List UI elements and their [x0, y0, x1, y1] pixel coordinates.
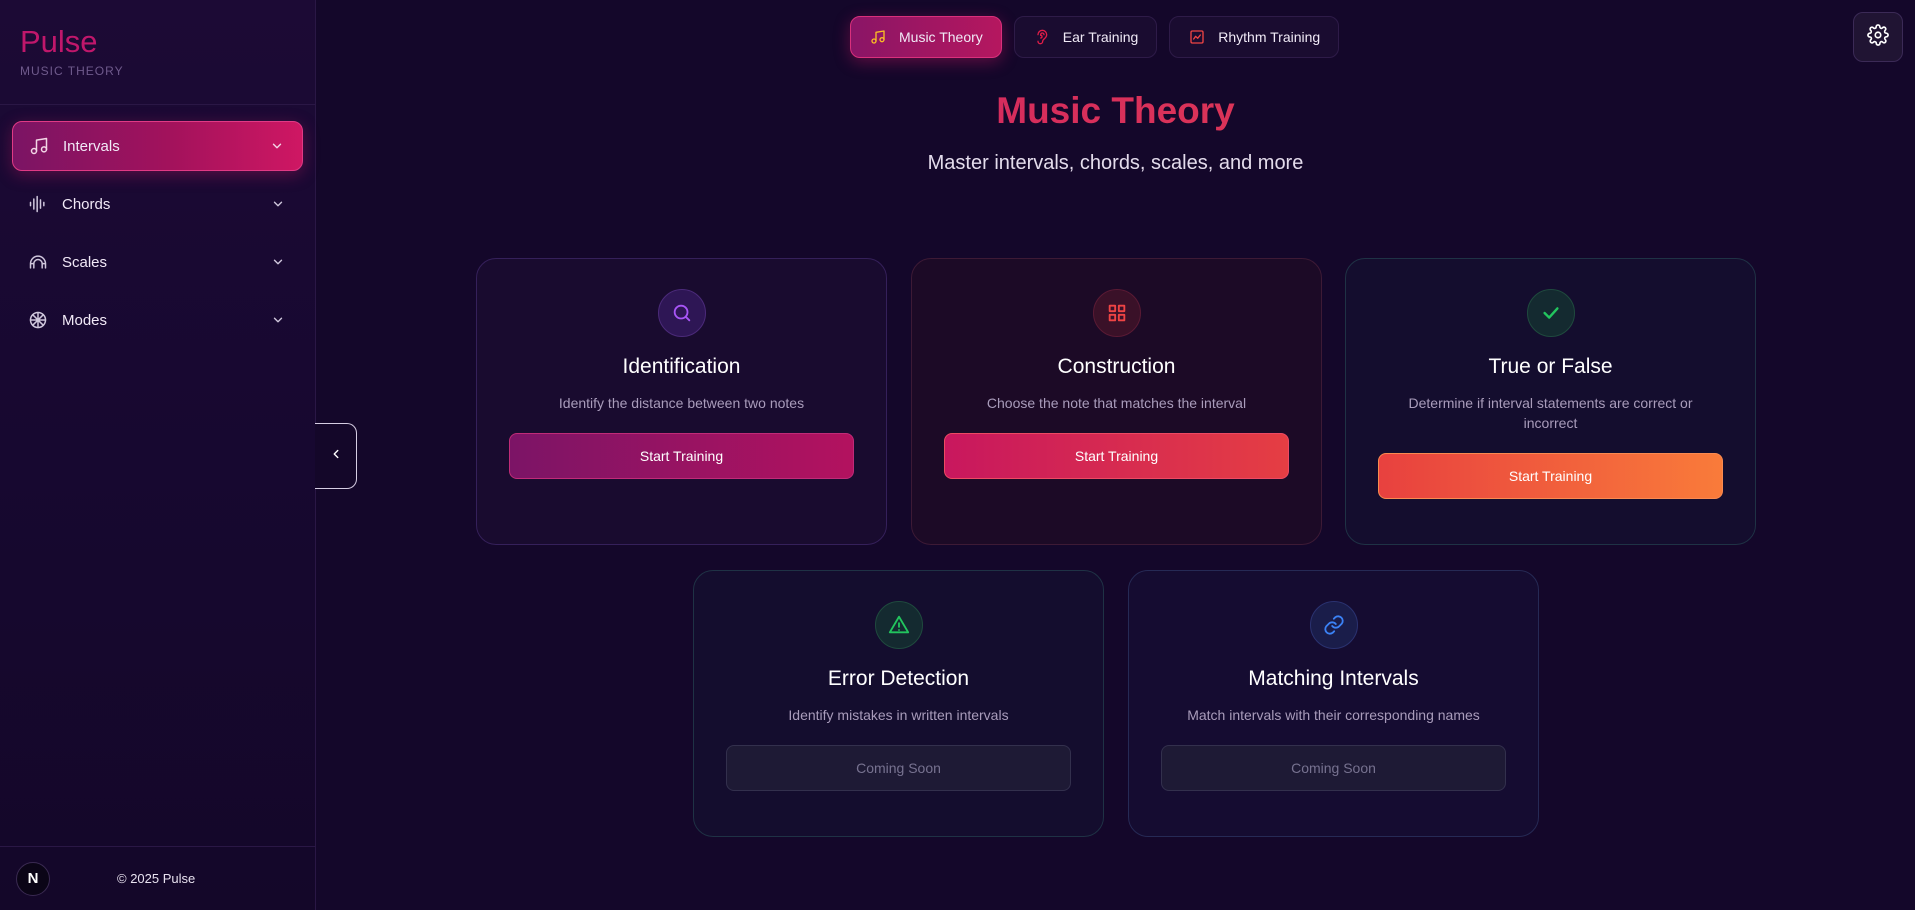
- card-description: Choose the note that matches the interva…: [986, 395, 1247, 411]
- settings-button[interactable]: [1853, 12, 1903, 62]
- brand-title: Pulse: [20, 24, 98, 59]
- sidebar-item-label: Scales: [62, 253, 108, 271]
- music-note-icon: [869, 28, 887, 46]
- card-description: Determine if interval statements are cor…: [1408, 395, 1693, 431]
- n-badge[interactable]: N: [16, 861, 50, 896]
- wheel-icon: [28, 310, 48, 330]
- chevron-down-icon: [271, 313, 285, 327]
- brand: Pulse MUSIC THEORY: [0, 0, 315, 105]
- tab-label: Rhythm Training: [1218, 29, 1321, 45]
- sidebar: Pulse MUSIC THEORY Intervals Chords Scal…: [0, 0, 316, 910]
- coming-soon-button: Coming Soon: [726, 745, 1071, 791]
- sidebar-item-scales[interactable]: Scales: [12, 237, 303, 287]
- start-training-button[interactable]: Start Training: [509, 433, 854, 479]
- top-tabs: Music Theory Ear Training Rhythm Trainin…: [850, 16, 1340, 58]
- check-icon: [1526, 289, 1575, 337]
- tab-label: Ear Training: [1062, 29, 1139, 45]
- page-subtitle: Master intervals, chords, scales, and mo…: [927, 152, 1304, 174]
- sidebar-item-modes[interactable]: Modes: [12, 295, 303, 345]
- sidebar-item-chords[interactable]: Chords: [12, 179, 303, 229]
- search-icon: [657, 289, 706, 337]
- tab-rhythm-training[interactable]: Rhythm Training: [1169, 16, 1340, 58]
- sidebar-item-label: Chords: [62, 195, 111, 213]
- tab-ear-training[interactable]: Ear Training: [1013, 16, 1158, 58]
- sidebar-item-intervals[interactable]: Intervals: [12, 121, 303, 171]
- sidebar-item-label: Modes: [62, 311, 108, 329]
- card-title: Identification: [622, 355, 741, 378]
- waveform-icon: [28, 194, 48, 214]
- gear-icon: [1867, 23, 1889, 51]
- collapse-sidebar-button[interactable]: [315, 423, 357, 489]
- tab-music-theory[interactable]: Music Theory: [850, 16, 1002, 58]
- ear-icon: [1033, 28, 1051, 46]
- page-title: Music Theory: [316, 90, 1915, 132]
- card-error-detection: Error Detection Identify mistakes in wri…: [693, 570, 1104, 837]
- card-construction: Construction Choose the note that matche…: [911, 258, 1322, 545]
- link-icon: [1309, 601, 1358, 649]
- start-training-button[interactable]: Start Training: [1378, 453, 1723, 499]
- card-true-or-false: True or False Determine if interval stat…: [1345, 258, 1756, 545]
- copyright: © 2025 Pulse: [117, 871, 196, 886]
- card-title: True or False: [1488, 355, 1613, 378]
- rhythm-icon: [1188, 28, 1206, 46]
- card-matching-intervals: Matching Intervals Match intervals with …: [1128, 570, 1539, 837]
- card-title: Matching Intervals: [1248, 667, 1419, 690]
- card-title: Construction: [1057, 355, 1176, 378]
- brand-subtitle: MUSIC THEORY: [20, 64, 124, 78]
- card-identification: Identification Identify the distance bet…: [476, 258, 887, 545]
- sidebar-item-label: Intervals: [63, 137, 120, 155]
- card-description: Identify the distance between two notes: [558, 395, 805, 411]
- warning-icon: [874, 601, 923, 649]
- sidebar-nav: Intervals Chords Scales Modes: [0, 105, 315, 369]
- chevron-down-icon: [271, 255, 285, 269]
- chevron-left-icon: [329, 447, 343, 466]
- start-training-button[interactable]: Start Training: [944, 433, 1289, 479]
- sidebar-footer: N © 2025 Pulse: [0, 846, 315, 910]
- music-note-icon: [29, 136, 49, 156]
- card-title: Error Detection: [827, 667, 970, 690]
- chevron-down-icon: [270, 139, 284, 153]
- arch-icon: [28, 252, 48, 272]
- card-description: Identify mistakes in written intervals: [788, 707, 1009, 723]
- grid-icon: [1092, 289, 1141, 337]
- tab-label: Music Theory: [899, 29, 983, 45]
- card-description: Match intervals with their corresponding…: [1187, 707, 1480, 723]
- chevron-down-icon: [271, 197, 285, 211]
- coming-soon-button: Coming Soon: [1161, 745, 1506, 791]
